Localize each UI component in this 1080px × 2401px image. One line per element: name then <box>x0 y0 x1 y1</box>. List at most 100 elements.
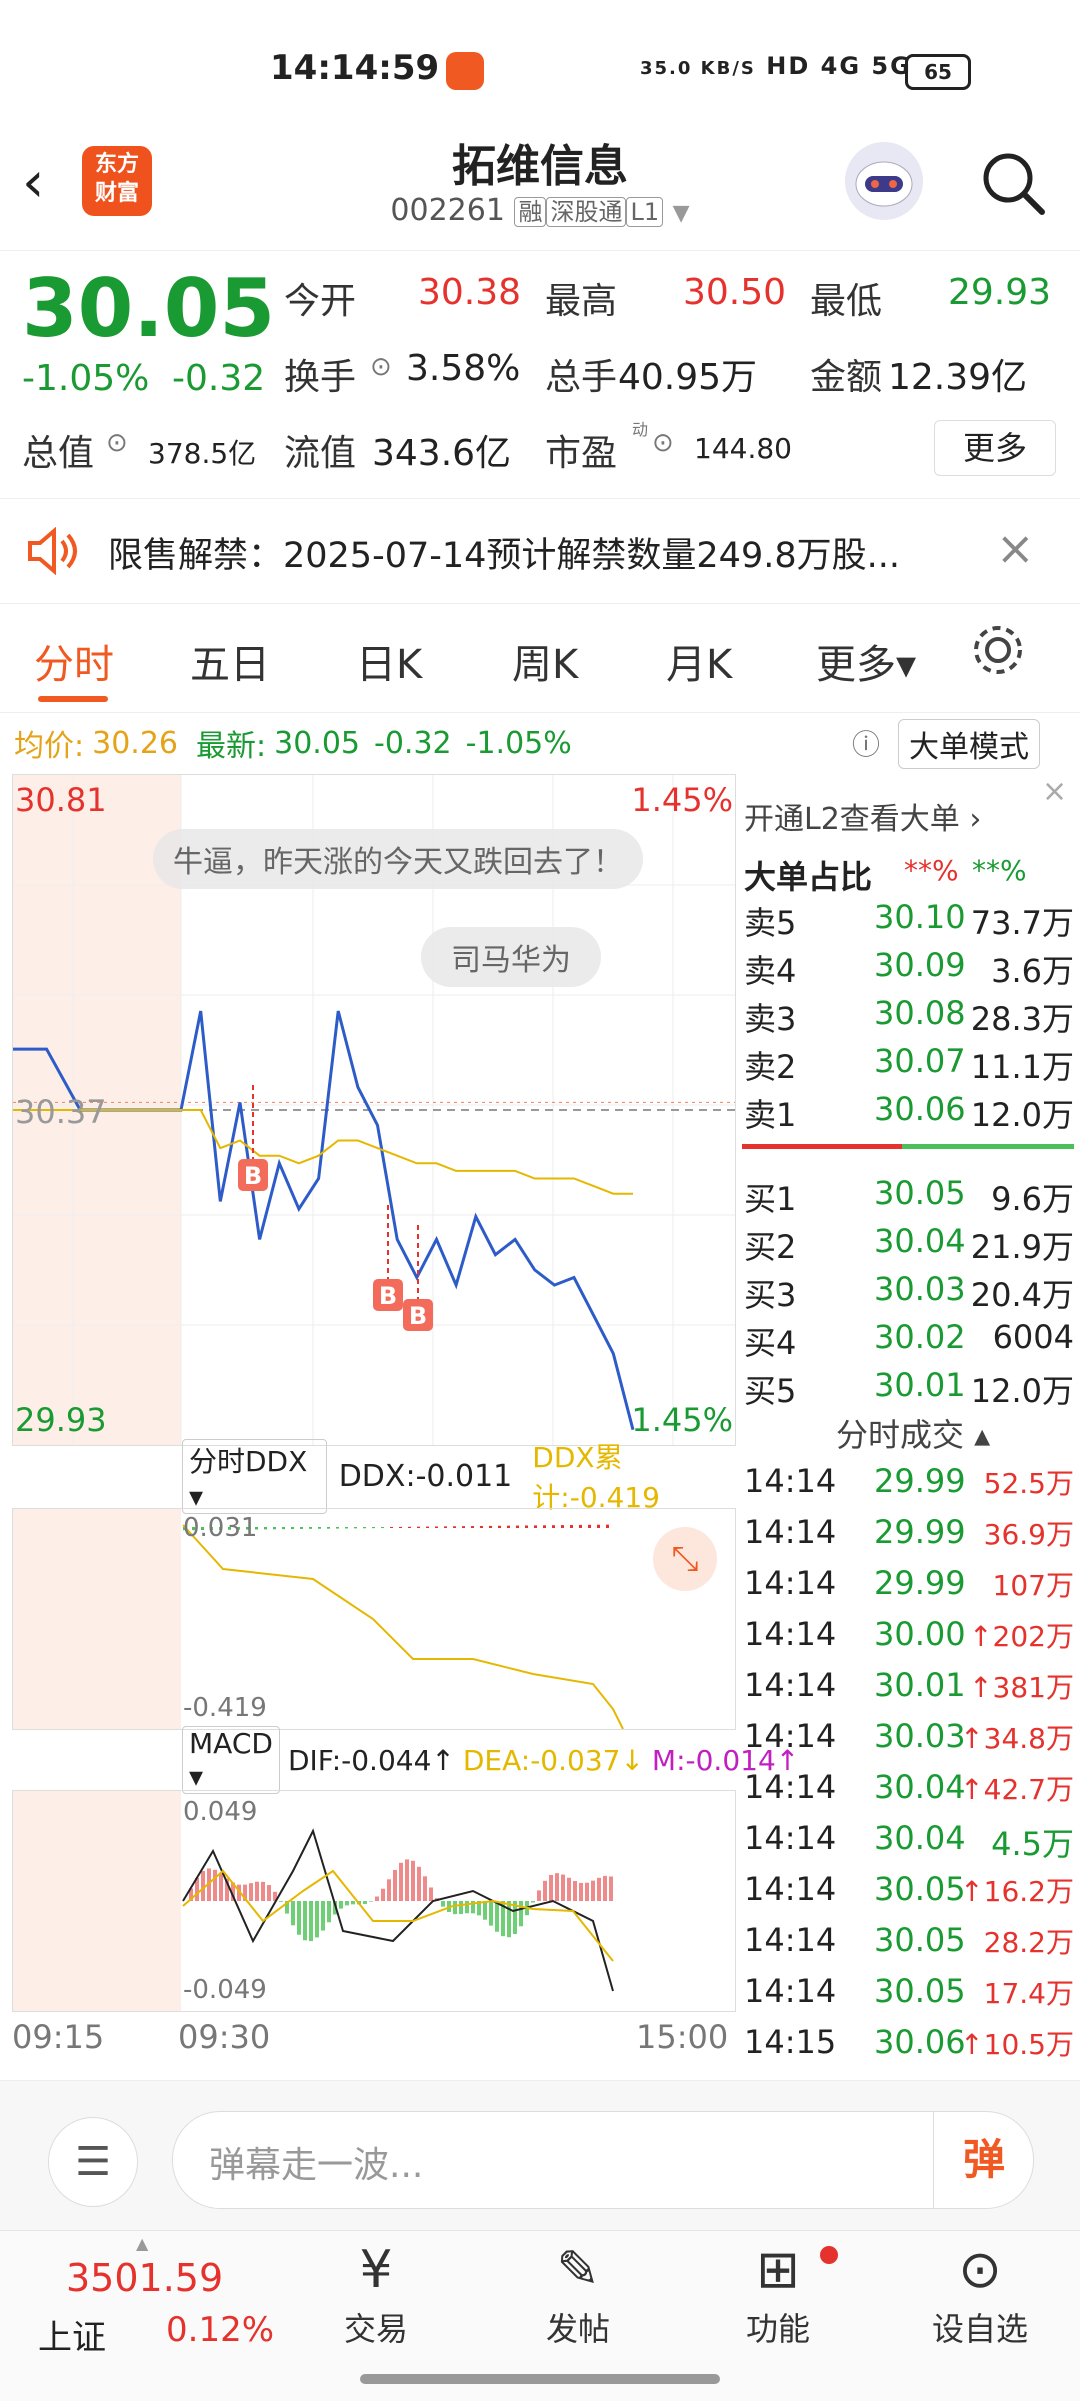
ddx-chart-svg <box>182 1524 624 1729</box>
big-order-mode-button[interactable]: 大单模式 <box>898 719 1040 769</box>
expand-icon[interactable]: ⤡ <box>653 1527 717 1591</box>
macd-bar <box>489 1901 493 1926</box>
search-icon[interactable] <box>978 148 1048 233</box>
macd-selector[interactable]: MACD ▾ <box>182 1726 280 1794</box>
speaker-icon <box>24 526 80 579</box>
ddx-bar <box>489 1525 492 1528</box>
asks-row: 卖5 30.10 73.7万 <box>744 898 1074 944</box>
tab-weekly-k[interactable]: 周K <box>512 632 578 690</box>
help-icon[interactable]: ⓘ <box>852 723 880 763</box>
turnover-value: 3.58% <box>406 348 521 389</box>
bids-cell: 6004 <box>992 1318 1074 1356</box>
ddx-bar <box>534 1525 537 1528</box>
macd-bar <box>261 1881 265 1901</box>
stock-code-line[interactable]: 002261 融深股通 L1 ▼ <box>340 192 740 228</box>
macd-bar <box>363 1901 367 1904</box>
notice-bar[interactable]: 限售解禁：2025-07-14预计解禁数量249.8万股... × <box>0 498 1080 604</box>
nav-trade[interactable]: ¥ 交易 <box>306 2240 446 2350</box>
bids-row: 买4 30.02 6004 <box>744 1318 1074 1364</box>
info-icon[interactable]: ⊙ <box>370 352 392 382</box>
asks-cell: 30.10 <box>874 898 966 936</box>
macd-bar <box>519 1901 523 1927</box>
ddx-bar <box>543 1525 546 1528</box>
danmu-send-button[interactable]: 弹 <box>933 2112 1034 2208</box>
bids-cell: 9.6万 <box>991 1180 1074 1218</box>
tab-intraday[interactable]: 分时 <box>34 632 114 690</box>
tab-daily-k[interactable]: 日K <box>356 632 422 690</box>
nav-features[interactable]: ⊞ 功能 <box>708 2240 848 2350</box>
l2-link[interactable]: 开通L2查看大单 › <box>744 794 981 838</box>
asks-cell: 30.09 <box>874 946 966 984</box>
macd-chart[interactable]: 0.049 -0.049 <box>12 1790 736 2012</box>
app-logo[interactable]: 东方 财富 <box>82 146 152 216</box>
open-label: 今开 <box>284 281 357 322</box>
ddx-bar <box>561 1525 564 1528</box>
dea-line <box>182 1869 614 1962</box>
settings-gear-icon[interactable] <box>968 620 1028 684</box>
ddx-bar <box>435 1526 438 1528</box>
ddx-bar <box>390 1526 393 1528</box>
info-icon[interactable]: ⊙ <box>106 428 128 458</box>
turnover-label: 换手 <box>284 357 357 398</box>
macd-bar <box>279 1901 283 1902</box>
intraday-chart[interactable]: BBB 30.81 30.37 29.93 1.45% 1.45% 牛逼，昨天涨… <box>12 774 736 1446</box>
tab-more[interactable]: 更多▾ <box>816 632 916 690</box>
close-icon[interactable]: × <box>996 521 1035 575</box>
high-value: 30.50 <box>683 272 787 313</box>
price-summary-bar: 均价: 30.26 最新: 30.05 -0.32 -1.05% ⓘ 大单模式 <box>0 712 1080 773</box>
low-label: 最低 <box>810 281 883 322</box>
macd-bar <box>219 1873 223 1901</box>
macd-chart-svg <box>182 1828 614 1992</box>
macd-bar <box>411 1860 415 1901</box>
trade-tick-row: 14:14 30.05 17.4万 <box>744 1972 1074 2010</box>
caret-up-icon: ▲ <box>136 2234 149 2253</box>
ddx-bar <box>354 1527 357 1529</box>
info-icon[interactable]: ⊙ <box>652 428 674 458</box>
ddx-selector[interactable]: 分时DDX ▾ <box>182 1438 327 1514</box>
macd-bar <box>603 1875 607 1901</box>
mcap-label: 总值 <box>22 433 95 474</box>
back-icon[interactable]: ‹ <box>22 150 44 215</box>
macd-bar <box>591 1880 595 1901</box>
bids-row: 买2 30.04 21.9万 <box>744 1222 1074 1268</box>
macd-bar <box>213 1869 217 1901</box>
ddx-bottom-label: -0.419 <box>183 1693 267 1723</box>
bids-cell: 买1 <box>744 1180 797 1218</box>
y-top-label: 30.81 <box>15 781 107 819</box>
macd-bar <box>555 1873 559 1901</box>
macd-bar <box>609 1876 613 1901</box>
comment-bar: ☰ 弹幕走一波... 弹 <box>0 2080 1080 2231</box>
float-label: 流值 <box>284 433 357 474</box>
tab-underline <box>38 696 108 702</box>
ticks-title[interactable]: 分时成交 ▴ <box>836 1410 990 1456</box>
macd-bar <box>549 1874 553 1901</box>
more-button[interactable]: 更多 <box>934 420 1056 476</box>
bids-cell: 20.4万 <box>970 1276 1074 1314</box>
macd-header: MACD ▾ DIF:-0.044↑ DEA:-0.037↓ M:-0.014↑ <box>12 1726 799 1794</box>
ddx-chart[interactable]: 0.031 -0.419 ⤡ <box>12 1508 736 1730</box>
open-value: 30.38 <box>418 272 522 313</box>
tab-monthly-k[interactable]: 月K <box>666 632 732 690</box>
danmu-settings-icon[interactable]: ☰ <box>48 2117 138 2207</box>
ddx-bar <box>327 1527 330 1529</box>
macd-bar <box>579 1882 583 1901</box>
nav-post[interactable]: ✎ 发帖 <box>508 2240 648 2350</box>
x-tick-close: 15:00 <box>636 2018 729 2056</box>
macd-bar <box>351 1901 355 1905</box>
macd-bar <box>561 1874 565 1901</box>
network-indicators: 35.0 KB/S HD 4G 5G <box>640 52 912 80</box>
macd-bar <box>567 1877 571 1901</box>
high-label: 最高 <box>545 281 618 322</box>
status-bar: 14:14:59 35.0 KB/S HD 4G 5G 65 <box>0 0 1080 140</box>
macd-bar <box>309 1901 313 1942</box>
index-ticker[interactable]: ▲ 3501.59 上证 0.12% <box>30 2234 274 2364</box>
tab-five-day[interactable]: 五日 <box>190 632 270 690</box>
close-icon[interactable]: × <box>1042 774 1067 809</box>
danmu-input[interactable]: 弹幕走一波... 弹 <box>172 2111 1034 2209</box>
robot-assistant-icon[interactable] <box>845 142 923 220</box>
change-value: -0.32 <box>172 358 266 399</box>
asks-cell: 12.0万 <box>970 1096 1074 1134</box>
macd-bar <box>387 1879 391 1901</box>
nav-add-watchlist[interactable]: ⊙ 设自选 <box>910 2240 1050 2350</box>
macd-bar <box>543 1880 547 1901</box>
